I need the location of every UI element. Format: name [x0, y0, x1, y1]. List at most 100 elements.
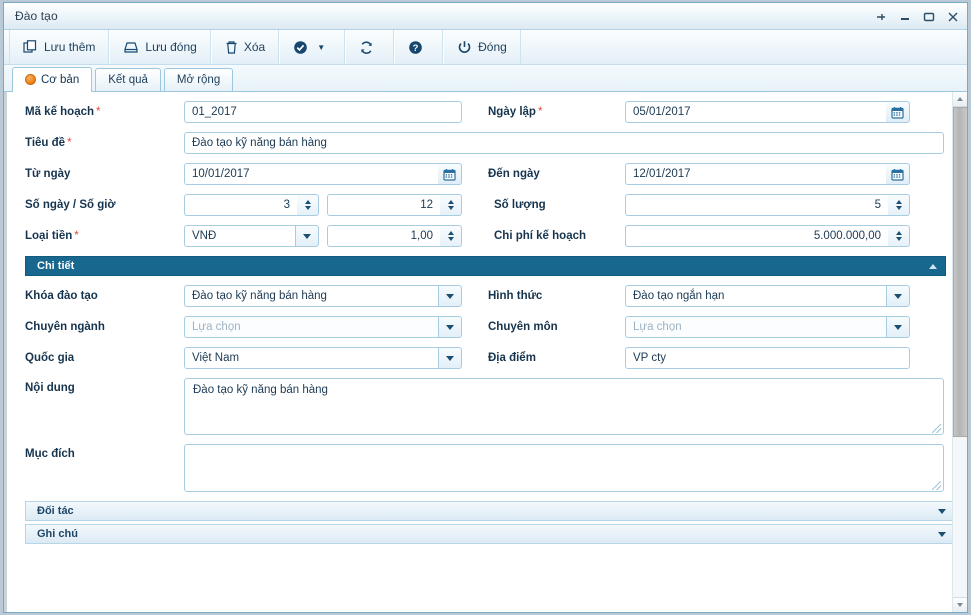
active-tab-dot-icon — [25, 74, 36, 85]
tab-strip: Cơ bản Kết quả Mở rộng — [4, 65, 967, 92]
required-star: * — [67, 137, 72, 149]
ty-gia-stepper[interactable] — [440, 225, 462, 247]
dia-diem-input[interactable]: VP cty — [625, 347, 910, 369]
stepper-up-icon[interactable] — [895, 231, 902, 235]
stepper-down-icon[interactable] — [447, 206, 454, 210]
so-gio-stepper[interactable] — [440, 194, 462, 216]
label-text: Mã kế hoạch — [25, 106, 95, 118]
chevron-down-icon[interactable]: ▼ — [317, 43, 325, 52]
field-dia-diem: VP cty — [625, 347, 910, 369]
khoa-dao-tao-dropdown-button[interactable] — [438, 285, 462, 307]
so-luong-stepper[interactable] — [888, 194, 910, 216]
label-chuyen-mon: Chuyên môn — [488, 321, 558, 333]
window-title: Đào tạo — [15, 9, 58, 23]
tab-ket-qua-label: Kết quả — [108, 74, 148, 86]
refresh-button[interactable] — [345, 30, 395, 64]
loai-tien-dropdown-button[interactable] — [295, 225, 319, 247]
so-ngay-input[interactable]: 3 — [184, 194, 297, 216]
tab-co-ban[interactable]: Cơ bản — [12, 67, 93, 92]
chevron-down-icon[interactable] — [938, 531, 946, 537]
chuyen-mon-select[interactable]: Lựa chọn — [625, 316, 886, 338]
ty-gia-input[interactable]: 1,00 — [327, 225, 440, 247]
field-loai-tien: VNĐ — [184, 225, 319, 247]
row-quoc-gia: Quốc gia Việt Nam Địa điểm VP cty — [16, 347, 946, 369]
resize-grip-icon[interactable] — [932, 481, 941, 490]
scroll-up-button[interactable] — [952, 92, 967, 107]
tu-ngay-input[interactable]: 10/01/2017 — [184, 163, 438, 185]
noi-dung-textarea[interactable]: Đào tạo kỹ năng bán hàng — [184, 378, 944, 435]
hinh-thuc-dropdown-button[interactable] — [886, 285, 910, 307]
section-header-chi-tiet[interactable]: Chi tiết — [25, 256, 946, 276]
so-gio-input[interactable]: 12 — [327, 194, 440, 216]
delete-button[interactable]: Xóa — [210, 30, 280, 64]
copy-icon — [23, 39, 38, 55]
stepper-down-icon[interactable] — [895, 237, 902, 241]
maximize-icon[interactable] — [922, 10, 935, 23]
calendar-icon[interactable] — [886, 163, 910, 185]
scrollbar-track[interactable] — [952, 107, 967, 597]
approve-button[interactable]: ▼ — [279, 30, 346, 64]
tab-mo-rong[interactable]: Mở rộng — [163, 68, 234, 91]
stepper-down-icon[interactable] — [895, 206, 902, 210]
close-label: Đóng — [478, 40, 507, 54]
label-text: Loại tiền — [25, 230, 73, 242]
chuyen-nganh-dropdown-button[interactable] — [438, 316, 462, 338]
row-chuyen-nganh: Chuyên ngành Lựa chọn Chuyên môn Lựa chọ… — [16, 316, 946, 338]
stepper-down-icon[interactable] — [304, 206, 311, 210]
scroll-down-button[interactable] — [952, 597, 967, 612]
section-header-doi-tac[interactable]: Đối tác — [25, 501, 952, 521]
quoc-gia-select[interactable]: Việt Nam — [184, 347, 438, 369]
resize-grip-icon[interactable] — [932, 424, 941, 433]
calendar-icon[interactable] — [438, 163, 462, 185]
svg-text:?: ? — [413, 43, 419, 54]
required-star: * — [537, 106, 543, 118]
save-close-button[interactable]: Lưu đóng — [109, 30, 211, 64]
den-ngay-input[interactable]: 12/01/2017 — [625, 163, 886, 185]
hinh-thuc-select[interactable]: Đào tạo ngắn hạn — [625, 285, 886, 307]
minimize-icon[interactable] — [898, 10, 911, 23]
label-dia-diem: Địa điểm — [488, 352, 536, 364]
quoc-gia-dropdown-button[interactable] — [438, 347, 462, 369]
chevron-up-icon[interactable] — [929, 263, 937, 269]
khoa-dao-tao-select[interactable]: Đào tạo kỹ năng bán hàng — [184, 285, 438, 307]
chi-phi-ke-hoach-input[interactable]: 5.000.000,00 — [625, 225, 888, 247]
section-title-ghi-chu: Ghi chú — [37, 528, 78, 540]
section-header-ghi-chu[interactable]: Ghi chú — [25, 524, 952, 544]
pin-icon[interactable] — [874, 10, 887, 23]
chuyen-mon-dropdown-button[interactable] — [886, 316, 910, 338]
close-icon[interactable] — [946, 10, 959, 23]
help-button[interactable]: ? — [394, 30, 444, 64]
ngay-lap-input[interactable]: 05/01/2017 — [625, 101, 886, 123]
loai-tien-select[interactable]: VNĐ — [184, 225, 295, 247]
chevron-down-icon[interactable] — [938, 508, 946, 514]
stepper-up-icon[interactable] — [447, 231, 454, 235]
section-title-doi-tac: Đối tác — [37, 505, 74, 517]
ma-ke-hoach-input[interactable]: 01_2017 — [184, 101, 462, 123]
tab-co-ban-label: Cơ bản — [41, 73, 80, 86]
required-star: * — [74, 230, 79, 242]
so-luong-input[interactable]: 5 — [625, 194, 888, 216]
muc-dich-textarea[interactable] — [184, 444, 944, 492]
chevron-up-icon — [957, 97, 963, 101]
tieu-de-input[interactable]: Đào tạo kỹ năng bán hàng — [184, 132, 944, 154]
row-loai-tien: Loại tiền * VNĐ 1,00 Chi phí kế hoạch 5.… — [16, 225, 946, 247]
refresh-icon — [359, 40, 374, 55]
label-noi-dung: Nội dung — [25, 382, 75, 394]
chuyen-nganh-select[interactable]: Lựa chọn — [184, 316, 438, 338]
vertical-scrollbar[interactable] — [952, 92, 967, 612]
stepper-up-icon[interactable] — [895, 200, 902, 204]
save-add-button[interactable]: Lưu thêm — [9, 30, 110, 64]
stepper-up-icon[interactable] — [304, 200, 311, 204]
calendar-icon[interactable] — [886, 101, 910, 123]
stepper-down-icon[interactable] — [447, 237, 454, 241]
field-tieu-de: Đào tạo kỹ năng bán hàng — [184, 132, 944, 154]
label-quoc-gia: Quốc gia — [25, 352, 75, 364]
stepper-up-icon[interactable] — [447, 200, 454, 204]
field-chuyen-nganh: Lựa chọn — [184, 316, 462, 338]
tab-ket-qua[interactable]: Kết quả — [95, 68, 161, 91]
scrollbar-thumb[interactable] — [952, 107, 967, 437]
close-button[interactable]: Đóng — [443, 30, 521, 64]
so-ngay-stepper[interactable] — [297, 194, 319, 216]
noi-dung-value: Đào tạo kỹ năng bán hàng — [193, 384, 328, 396]
chi-phi-stepper[interactable] — [888, 225, 910, 247]
